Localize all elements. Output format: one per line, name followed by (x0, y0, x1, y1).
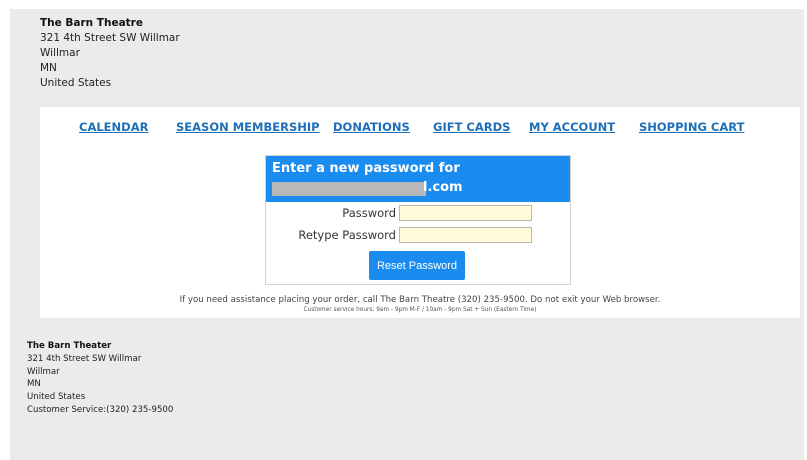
address-country: United States (40, 77, 112, 89)
reset-password-button[interactable]: Reset Password (369, 251, 465, 280)
redacted-email-block (272, 182, 426, 196)
main-panel: CALENDAR SEASON MEMBERSHIP DONATIONS GIF… (40, 107, 800, 318)
footer-venue-name: The Barn Theater (27, 341, 112, 351)
page-background: The Barn Theatre 321 4th Street SW Willm… (10, 9, 804, 460)
retype-password-label: Retype Password (298, 228, 396, 242)
nav-my-account-link[interactable]: MY ACCOUNT (529, 120, 615, 134)
footer-address: The Barn Theater 321 4th Street SW Willm… (27, 340, 173, 417)
password-input[interactable] (399, 205, 532, 221)
nav-calendar-link[interactable]: CALENDAR (79, 120, 148, 134)
nav-gift-cards-link[interactable]: GIFT CARDS (433, 120, 510, 134)
assistance-message: If you need assistance placing your orde… (179, 295, 661, 305)
header-address: The Barn Theatre 321 4th Street SW Willm… (40, 16, 180, 91)
reset-password-form: Enter a new password for l.com Password … (265, 155, 571, 285)
footer-customer-service: Customer Service:(320) 235-9500 (27, 404, 174, 415)
footer-state: MN (27, 379, 41, 390)
reset-form-title: Enter a new password for (272, 161, 460, 176)
footer-street: 321 4th Street SW Willmar (27, 353, 142, 364)
password-label: Password (342, 206, 396, 220)
retype-password-input[interactable] (399, 227, 532, 243)
address-state: MN (40, 62, 57, 74)
nav-donations-link[interactable]: DONATIONS (333, 120, 410, 134)
address-street: 321 4th Street SW Willmar (40, 32, 180, 44)
customer-service-hours: Customer service hours: 9am - 9pm M-F / … (303, 307, 537, 313)
main-nav: CALENDAR SEASON MEMBERSHIP DONATIONS GIF… (40, 120, 800, 138)
nav-season-membership-link[interactable]: SEASON MEMBERSHIP (176, 120, 320, 134)
password-row: Password (266, 205, 570, 223)
reset-form-header: Enter a new password for l.com (266, 156, 570, 202)
address-city: Willmar (40, 47, 80, 59)
nav-shopping-cart-link[interactable]: SHOPPING CART (639, 120, 744, 134)
retype-password-row: Retype Password (266, 227, 570, 245)
footer-city: Willmar (27, 366, 60, 377)
venue-name: The Barn Theatre (40, 17, 143, 29)
footer-country: United States (27, 392, 86, 403)
email-suffix: l.com (423, 180, 463, 195)
